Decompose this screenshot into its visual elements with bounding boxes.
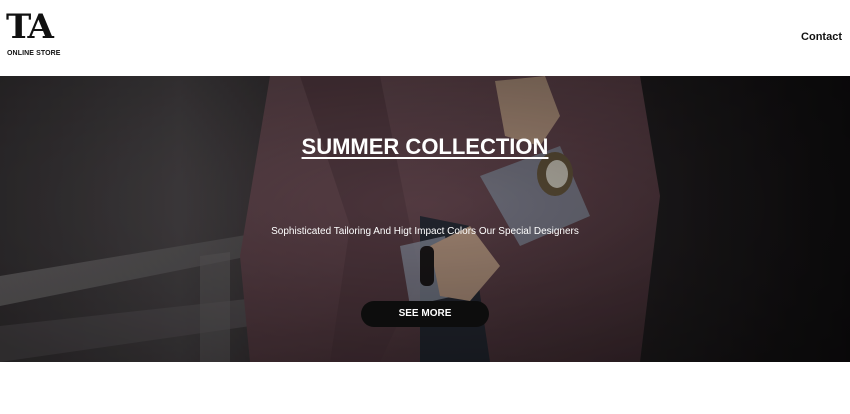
page: TA ONLINE STORE Contact SUMMER COLLECTIO… xyxy=(0,0,850,414)
hero-banner: SUMMER COLLECTION Sophisticated Tailorin… xyxy=(0,76,850,362)
logo-mark: TA xyxy=(6,7,54,47)
site-header: TA ONLINE STORE Contact xyxy=(0,0,850,76)
hero-subtitle: Sophisticated Tailoring And Higt Impact … xyxy=(271,226,579,237)
brand-logo[interactable]: TA ONLINE STORE xyxy=(6,10,66,62)
nav-contact-link[interactable]: Contact xyxy=(801,31,842,43)
logo-subtitle: ONLINE STORE xyxy=(7,50,61,57)
see-more-button[interactable]: SEE MORE xyxy=(361,301,489,327)
hero-title-text: SUMMER COLLECTION xyxy=(301,134,549,159)
hero-title: SUMMER COLLECTION xyxy=(0,134,850,160)
